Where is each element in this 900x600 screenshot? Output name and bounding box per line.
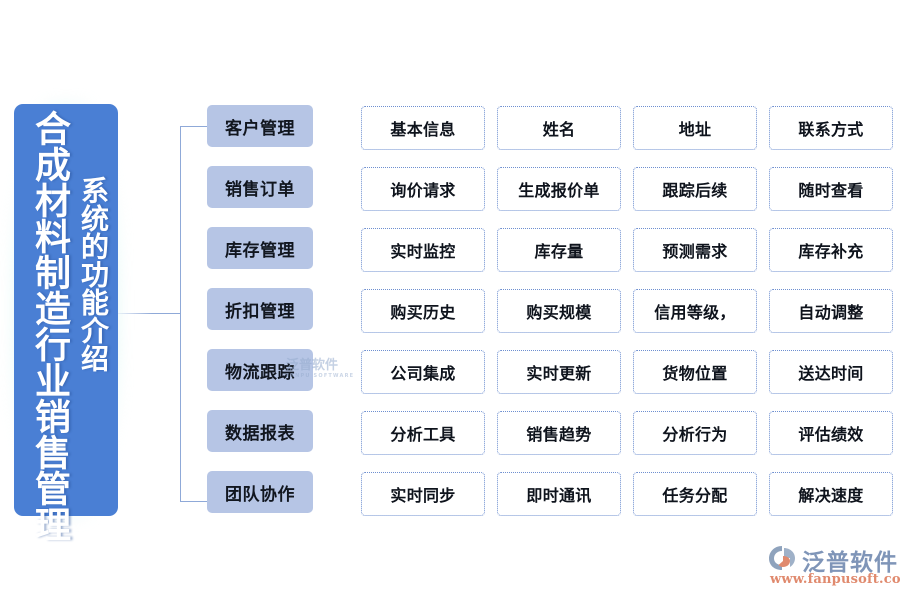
title-sub-text: 系统的功能介绍	[77, 176, 110, 372]
detail-box-r6c3[interactable]: 解决速度	[769, 472, 893, 516]
detail-label: 即时通讯	[526, 486, 592, 505]
detail-label: 库存补充	[798, 242, 864, 261]
detail-box-r1c1[interactable]: 生成报价单	[497, 167, 621, 211]
detail-box-r2c1[interactable]: 库存量	[497, 228, 621, 272]
category-box-2[interactable]: 库存管理	[207, 227, 313, 269]
detail-box-r5c3[interactable]: 评估绩效	[769, 411, 893, 455]
detail-label: 信用等级，	[654, 303, 736, 322]
detail-label: 实时监控	[390, 242, 456, 261]
detail-box-r0c2[interactable]: 地址	[633, 106, 757, 150]
category-label: 折扣管理	[225, 301, 295, 322]
detail-label: 实时同步	[390, 486, 456, 505]
detail-box-r0c3[interactable]: 联系方式	[769, 106, 893, 150]
category-label: 团队协作	[225, 484, 295, 505]
watermark-subtext: FANPU SOFTWARE	[286, 373, 355, 379]
connector-branch-top	[180, 126, 208, 127]
title-main-text: 合成材料制造行业销售管理	[29, 110, 70, 542]
detail-label: 询价请求	[390, 181, 456, 200]
detail-label: 跟踪后续	[662, 181, 728, 200]
detail-label: 分析行为	[662, 425, 728, 444]
logo-url: www.fanpusoft.com	[770, 572, 900, 587]
detail-label: 自动调整	[798, 303, 864, 322]
detail-box-r4c1[interactable]: 实时更新	[497, 350, 621, 394]
detail-label: 购买历史	[390, 303, 456, 322]
detail-box-r3c2[interactable]: 信用等级，	[633, 289, 757, 333]
category-label: 销售订单	[225, 179, 295, 200]
detail-label: 公司集成	[390, 364, 456, 383]
detail-box-r4c2[interactable]: 货物位置	[633, 350, 757, 394]
detail-label: 分析工具	[390, 425, 456, 444]
detail-box-r3c0[interactable]: 购买历史	[361, 289, 485, 333]
detail-label: 实时更新	[526, 364, 592, 383]
detail-box-r2c0[interactable]: 实时监控	[361, 228, 485, 272]
detail-box-r2c3[interactable]: 库存补充	[769, 228, 893, 272]
title-block: 合成材料制造行业销售管理 系统的功能介绍	[14, 104, 118, 542]
detail-box-r3c3[interactable]: 自动调整	[769, 289, 893, 333]
detail-label: 销售趋势	[526, 425, 592, 444]
detail-box-r6c2[interactable]: 任务分配	[633, 472, 757, 516]
detail-label: 任务分配	[662, 486, 728, 505]
detail-box-r4c0[interactable]: 公司集成	[361, 350, 485, 394]
connector-stem-horizontal	[118, 313, 180, 314]
detail-label: 基本信息	[390, 120, 456, 139]
detail-box-r5c1[interactable]: 销售趋势	[497, 411, 621, 455]
connector-spine-vertical	[180, 126, 181, 501]
category-label: 数据报表	[225, 423, 295, 444]
detail-box-r6c0[interactable]: 实时同步	[361, 472, 485, 516]
detail-label: 预测需求	[662, 242, 728, 261]
category-box-6[interactable]: 团队协作	[207, 471, 313, 513]
detail-box-r2c2[interactable]: 预测需求	[633, 228, 757, 272]
category-box-5[interactable]: 数据报表	[207, 410, 313, 452]
company-logo: 泛普软件 www.fanpusoft.com	[768, 543, 900, 589]
detail-label: 货物位置	[662, 364, 728, 383]
category-label: 物流跟踪	[225, 362, 295, 383]
detail-box-r5c0[interactable]: 分析工具	[361, 411, 485, 455]
detail-box-r0c1[interactable]: 姓名	[497, 106, 621, 150]
detail-box-r0c0[interactable]: 基本信息	[361, 106, 485, 150]
detail-box-r3c1[interactable]: 购买规模	[497, 289, 621, 333]
detail-box-r4c3[interactable]: 送达时间	[769, 350, 893, 394]
category-box-0[interactable]: 客户管理	[207, 105, 313, 147]
detail-box-r5c2[interactable]: 分析行为	[633, 411, 757, 455]
detail-label: 随时查看	[798, 181, 864, 200]
category-label: 客户管理	[225, 118, 295, 139]
detail-label: 评估绩效	[798, 425, 864, 444]
detail-box-r1c0[interactable]: 询价请求	[361, 167, 485, 211]
connector-branch-bottom	[180, 501, 208, 502]
watermark: 泛普软件 FANPU SOFTWARE	[286, 359, 355, 382]
diagram-canvas: 合成材料制造行业销售管理 系统的功能介绍 客户管理 销售订单 库存管理 折扣管理…	[0, 0, 900, 600]
detail-label: 地址	[678, 120, 712, 139]
fanpu-logo-icon	[769, 546, 795, 570]
detail-label: 姓名	[542, 120, 576, 139]
detail-label: 生成报价单	[518, 181, 600, 200]
detail-label: 库存量	[534, 242, 584, 261]
detail-label: 联系方式	[798, 120, 864, 139]
detail-box-r6c1[interactable]: 即时通讯	[497, 472, 621, 516]
detail-box-r1c2[interactable]: 跟踪后续	[633, 167, 757, 211]
category-label: 库存管理	[225, 240, 295, 261]
detail-label: 解决速度	[798, 486, 864, 505]
detail-label: 送达时间	[798, 364, 864, 383]
detail-label: 购买规模	[526, 303, 592, 322]
detail-box-r1c3[interactable]: 随时查看	[769, 167, 893, 211]
category-box-3[interactable]: 折扣管理	[207, 288, 313, 330]
category-box-1[interactable]: 销售订单	[207, 166, 313, 208]
